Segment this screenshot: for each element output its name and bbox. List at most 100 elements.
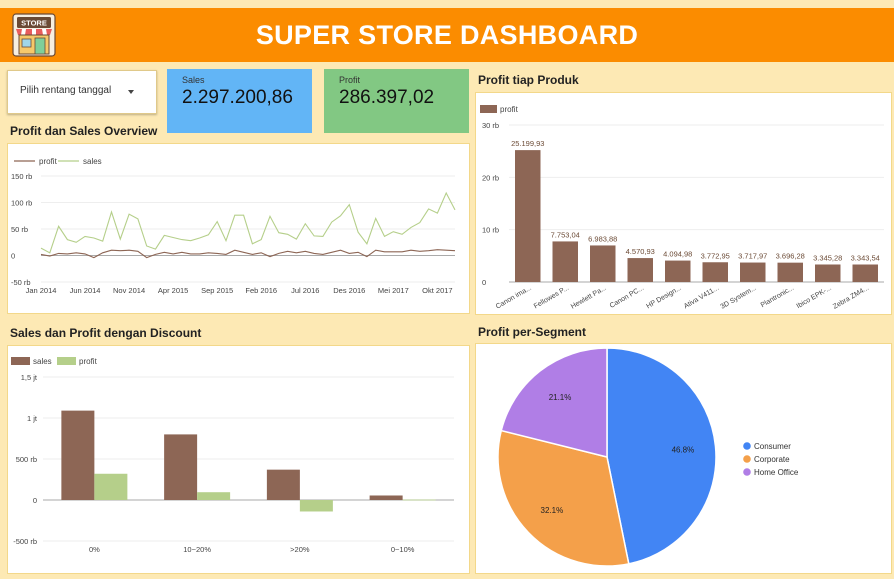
x-tick-label: Ibico EPK-... (796, 285, 833, 311)
slice-label: 21.1% (549, 393, 572, 402)
y-tick-label: 0 (33, 496, 37, 505)
x-tick-label: Okt 2017 (422, 286, 452, 295)
x-tick-label: Des 2016 (333, 286, 365, 295)
x-tick-label: Plantronic... (760, 285, 796, 310)
profit-kpi-card: Profit 286.397,02 (324, 69, 469, 133)
x-tick-label: Sep 2015 (201, 286, 233, 295)
overview-title: Profit dan Sales Overview (10, 124, 158, 138)
pie-slice-consumer (606, 347, 717, 565)
x-tick-label: Canon ima... (495, 285, 533, 311)
data-label: 6.983,88 (588, 234, 617, 243)
legend-sales-label: sales (83, 157, 102, 166)
x-tick-label: 10~20% (183, 545, 211, 554)
chevron-down-icon[interactable] (128, 90, 134, 94)
bar-profit (777, 262, 803, 282)
product-title: Profit tiap Produk (478, 73, 579, 87)
legend-profit-swatch (480, 105, 497, 113)
y-tick-label: 10 rb (482, 226, 499, 235)
segment-pie-chart[interactable]: 46.8% 32.1% 21.1% Consumer Corporate Home Off… (476, 344, 891, 573)
legend-profit-label: profit (79, 357, 98, 366)
series-line-profit (40, 249, 456, 259)
discount-chart-panel: sales profit 1,5 jt 1 jt 500 rb 0 -500 rb 0% 1… (7, 345, 470, 574)
bar-sales (61, 410, 95, 500)
segment-chart-panel: 46.8% 32.1% 21.1% Consumer Corporate Home Off… (475, 343, 892, 574)
overview-line-chart[interactable]: profit sales 150 rb100 rb50 rb0-50 rbJan… (8, 144, 469, 313)
discount-bar-chart[interactable]: sales profit 1,5 jt 1 jt 500 rb 0 -500 rb 0% 1… (8, 346, 469, 573)
legend-sales-swatch (11, 357, 30, 365)
sales-kpi-card: Sales 2.297.200,86 (167, 69, 312, 133)
legend-swatch (743, 468, 751, 476)
legend-sales-label: sales (33, 357, 52, 366)
data-label: 3.343,54 (851, 254, 880, 263)
y-tick-label: 0 (11, 252, 15, 261)
legend-label: Home Office (754, 468, 799, 477)
product-chart-panel: profit 30 rb 20 rb 10 rb 0 25.199,93 Canon im… (475, 92, 892, 315)
bar-profit (197, 492, 231, 500)
x-tick-label: Jun 2014 (70, 286, 101, 295)
x-tick-label: Mei 2017 (378, 286, 409, 295)
product-bar-chart[interactable]: profit 30 rb 20 rb 10 rb 0 25.199,93 Canon im… (476, 93, 891, 314)
x-tick-label: 0~10% (391, 545, 415, 554)
slice-label: 46.8% (672, 445, 695, 454)
discount-title: Sales dan Profit dengan Discount (10, 326, 202, 340)
x-tick-label: Jul 2016 (291, 286, 319, 295)
store-icon: STORE (12, 13, 56, 57)
legend-profit-label: profit (39, 157, 58, 166)
x-tick-label: Apr 2015 (158, 286, 188, 295)
bar-profit (590, 245, 616, 282)
segment-title: Profit per-Segment (478, 325, 587, 339)
data-label: 3.717,97 (738, 252, 767, 261)
y-tick-label: 50 rb (11, 225, 28, 234)
y-tick-label: 0 (482, 278, 486, 287)
data-label: 4.570,93 (626, 247, 655, 256)
x-tick-label: 3D System... (720, 285, 758, 311)
logo-text: STORE (21, 19, 47, 28)
bar-profit (515, 150, 541, 282)
legend-swatch (743, 455, 751, 463)
bar-profit (740, 262, 766, 282)
x-tick-label: Canon PC... (609, 285, 646, 310)
data-label: 4.094,98 (663, 250, 692, 259)
data-label: 3.345,28 (813, 253, 842, 262)
sales-kpi-label: Sales (182, 75, 205, 85)
sales-kpi-value: 2.297.200,86 (182, 87, 293, 108)
y-tick-label: 30 rb (482, 121, 499, 130)
x-tick-label: Hewlett Pa... (570, 285, 608, 311)
bar-sales (266, 469, 300, 500)
overview-chart-panel: profit sales 150 rb 100 rb 50 rb 0 -50 rb Jan… (7, 143, 470, 314)
profit-kpi-value: 286.397,02 (339, 87, 435, 108)
legend-swatch (743, 442, 751, 450)
bar-profit (299, 500, 333, 512)
x-tick-label: Jan 2014 (26, 286, 57, 295)
y-tick-label: -500 rb (13, 537, 37, 546)
bar-profit (552, 241, 578, 282)
data-label: 3.772,95 (701, 251, 730, 260)
bar-profit (852, 264, 878, 282)
series-line-sales (40, 191, 456, 254)
date-range-label: Pilih rentang tanggal (20, 85, 112, 96)
legend-label: Corporate (754, 455, 790, 464)
legend-label: Consumer (754, 442, 791, 451)
x-tick-label: Feb 2016 (245, 286, 277, 295)
bar-profit (94, 473, 128, 500)
y-tick-label: 1,5 jt (21, 373, 38, 382)
y-tick-label: 150 rb (11, 172, 32, 181)
data-label: 7.753,04 (551, 230, 580, 239)
legend-profit-swatch (57, 357, 76, 365)
y-tick-label: 500 rb (16, 455, 37, 464)
legend-profit-label: profit (500, 105, 519, 114)
y-tick-label: 20 rb (482, 173, 499, 182)
y-tick-label: 1 jt (27, 414, 38, 423)
bar-profit (665, 260, 691, 282)
x-tick-label: Nov 2014 (113, 286, 145, 295)
bar-sales (164, 434, 198, 500)
bar-profit (627, 258, 653, 282)
bar-profit (815, 264, 841, 282)
slice-label: 32.1% (541, 506, 564, 515)
x-tick-label: 0% (89, 545, 100, 554)
x-tick-label: Ativa V411... (683, 285, 720, 311)
x-tick-label: >20% (290, 545, 310, 554)
data-label: 25.199,93 (511, 139, 544, 148)
x-tick-label: Fellowes P... (533, 285, 570, 311)
profit-kpi-label: Profit (339, 75, 361, 85)
